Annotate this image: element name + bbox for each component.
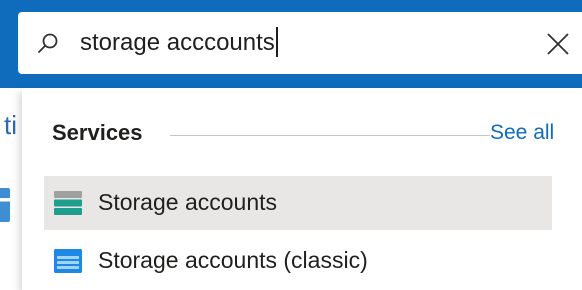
services-section-header: Services See all <box>52 118 582 152</box>
search-results-dropdown: Services See all Storage accounts Storag… <box>22 88 582 290</box>
search-input-value: storage acccounts <box>80 29 275 56</box>
see-all-link[interactable]: See all <box>490 121 554 145</box>
search-input[interactable]: storage acccounts <box>80 26 278 60</box>
search-box[interactable]: storage acccounts <box>18 12 582 74</box>
storage-accounts-icon <box>54 191 82 215</box>
text-caret <box>275 26 278 57</box>
background-partial-icon <box>0 188 10 222</box>
services-heading: Services <box>52 120 143 145</box>
top-header-bar: storage acccounts <box>0 0 582 88</box>
result-item-storage-accounts-classic[interactable]: Storage accounts (classic) <box>44 234 552 288</box>
result-item-label: Storage accounts <box>98 189 278 215</box>
close-icon[interactable] <box>544 30 572 58</box>
search-icon <box>36 32 60 56</box>
background-partial-text: ti <box>4 110 17 140</box>
section-divider <box>170 135 490 136</box>
result-item-label: Storage accounts (classic) <box>98 247 368 273</box>
result-item-storage-accounts[interactable]: Storage accounts <box>44 176 552 230</box>
storage-accounts-classic-icon <box>54 249 82 273</box>
